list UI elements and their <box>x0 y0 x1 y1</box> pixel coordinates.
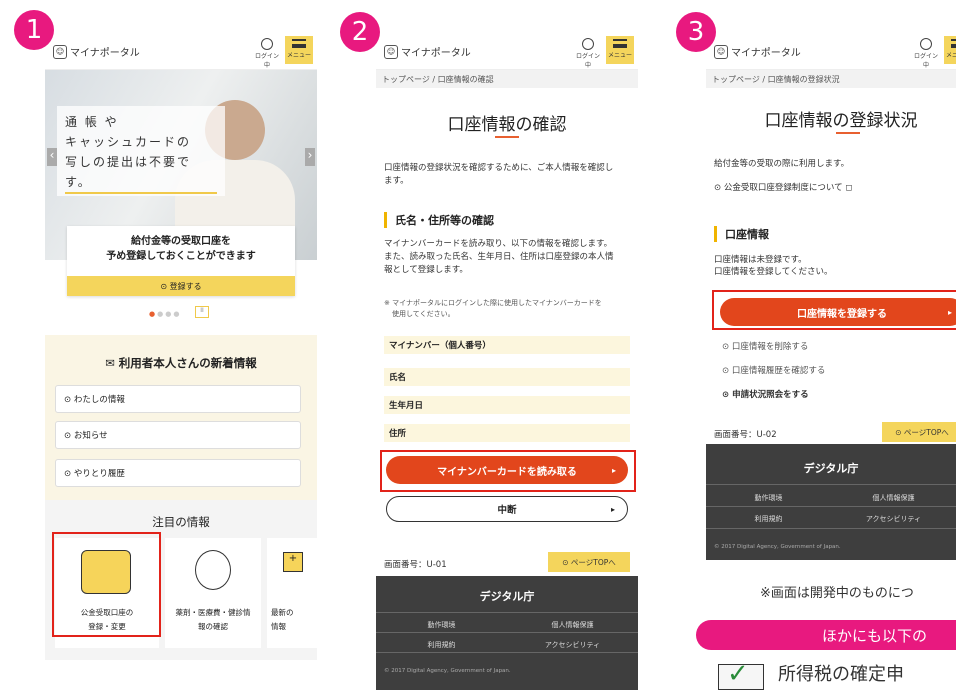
news-item-history[interactable]: ⊙ やりとり履歴 <box>55 459 301 487</box>
section-heading: 口座情報 <box>714 226 769 242</box>
footer-agency: デジタル庁 <box>479 590 535 603</box>
arrow-right-icon: ▸ <box>610 504 615 514</box>
page-title: 口座情報の確認 <box>447 115 567 135</box>
footer: デジタル庁 動作環境 個人情報保護 利用規約 アクセシビリティ © 2017 D… <box>706 444 956 560</box>
highlight-box-3 <box>712 290 956 330</box>
menu-button[interactable]: メニュー <box>944 36 956 64</box>
header: ☺マイナポータル ログイン中 メニュー <box>706 30 956 70</box>
footer-divider <box>376 612 638 613</box>
page: 1 ☺ マイナポータル ログイン中 メニュー 通 帳 やキャッシュカードの 写しの提… <box>0 0 956 690</box>
field-name: 氏名 <box>384 368 630 386</box>
tile-medication-info[interactable]: 薬剤・医療費・健診情 報の確認 <box>165 538 261 648</box>
user-icon <box>582 38 594 50</box>
intro-text: 給付金等の受取の際に利用します。 <box>714 159 850 169</box>
delete-account-link[interactable]: ⊙ 口座情報を削除する <box>722 340 808 352</box>
note-text: ※ マイナポータルにログインした際に使用したマイナンバーカードを 使用してください… <box>384 299 602 318</box>
highlight-box-2 <box>380 450 636 492</box>
footer-divider <box>376 632 638 633</box>
menu-button[interactable]: メニュー <box>285 36 313 64</box>
footer-link-terms[interactable]: 利用規約 <box>706 514 831 524</box>
more-services-banner: ほかにも以下の <box>696 620 956 650</box>
plus-icon: + <box>283 552 303 572</box>
header: ☺マイナポータル ログイン中 メニュー <box>45 30 317 70</box>
doctor-icon <box>195 550 231 590</box>
tile-latest-info[interactable]: + 最新の 情報 <box>267 538 317 648</box>
footer-link-accessibility[interactable]: アクセシビリティ <box>831 514 956 524</box>
step-badge-1: 1 <box>14 10 54 50</box>
section-description: マイナンバーカードを読み取り、以下の情報を確認します。 また、読み取った氏名、生年… <box>384 239 614 275</box>
hamburger-icon <box>613 39 627 48</box>
user-icon <box>920 38 932 50</box>
menu-button[interactable]: メニュー <box>606 36 634 64</box>
footer-agency: デジタル庁 <box>803 462 859 475</box>
footer-divider <box>706 484 956 485</box>
focus-title: 注目の情報 <box>152 515 210 529</box>
header: ☺マイナポータル ログイン中 メニュー <box>376 30 638 70</box>
carousel-dots[interactable]: ●●●● <box>149 310 181 318</box>
field-mynumber: マイナンバー（個人番号） <box>384 336 630 354</box>
register-link[interactable]: ⊙ 登録する <box>67 276 295 296</box>
logo-icon: ☺ <box>714 44 728 59</box>
cancel-button[interactable]: 中断 ▸ <box>386 496 628 522</box>
news-item-notices[interactable]: ⊙ お知らせ <box>55 421 301 449</box>
logo: ☺ マイナポータル <box>53 44 140 59</box>
title-underline <box>495 136 519 138</box>
checkbox-icon: ✓ <box>718 659 764 690</box>
logo: ☺ マイナポータル <box>384 44 471 59</box>
page-title: 口座情報の登録状況 <box>764 111 918 131</box>
footer-divider <box>706 506 956 507</box>
hamburger-icon <box>951 39 956 48</box>
logo-icon: ☺ <box>53 44 67 59</box>
carousel-prev-button[interactable]: ‹ <box>47 148 57 166</box>
hero-caption: 通 帳 やキャッシュカードの 写しの提出は不要です。 <box>57 106 225 196</box>
copyright: © 2017 Digital Agency, Government of Jap… <box>714 544 841 550</box>
copyright: © 2017 Digital Agency, Government of Jap… <box>384 668 511 674</box>
title-underline <box>836 132 860 134</box>
login-button[interactable]: ログイン中 <box>253 38 281 69</box>
page-top-button[interactable]: ⊙ ページTOPへ <box>548 552 630 572</box>
news-section: ✉ 利用者本人さんの新着情報 ⊙ わたしの情報 ⊙ お知らせ ⊙ やりとり履歴 <box>45 335 317 520</box>
section-heading: 氏名・住所等の確認 <box>384 212 494 228</box>
footer-link-terms[interactable]: 利用規約 <box>376 640 507 650</box>
phone-screen-2: ☺ マイナポータル ログイン中 メニュー トップページ / 口座情報の確認 口座情… <box>376 30 638 690</box>
development-note: ※画面は開発中のものにつ <box>760 586 914 601</box>
hamburger-icon <box>292 39 306 48</box>
footer: デジタル庁 動作環境 個人情報保護 利用規約 アクセシビリティ © 2017 D… <box>376 576 638 690</box>
screen-number: 画面番号：U-01 <box>384 560 447 570</box>
breadcrumb[interactable]: トップページ / 口座情報の確認 <box>376 70 638 88</box>
login-button[interactable]: ログイン中 <box>912 38 940 69</box>
application-status-link[interactable]: ⊙ 申請状況照会をする <box>722 388 809 400</box>
status-text: 口座情報は未登録です。 口座情報を登録してください。 <box>714 255 833 277</box>
footer-divider <box>706 528 956 529</box>
logo: ☺ マイナポータル <box>714 44 801 59</box>
footer-link-accessibility[interactable]: アクセシビリティ <box>507 640 638 650</box>
user-icon <box>261 38 273 50</box>
account-history-link[interactable]: ⊙ 口座情報履歴を確認する <box>722 364 825 376</box>
highlight-box-1 <box>52 532 161 637</box>
screen-number: 画面番号：U-02 <box>714 430 777 440</box>
breadcrumb[interactable]: トップページ / 口座情報の登録状況 <box>706 70 956 88</box>
field-birthdate: 生年月日 <box>384 396 630 414</box>
intro-text: 口座情報の登録状況を確認するために、ご本人情報を確認し ます。 <box>384 163 614 186</box>
step-badge-2: 2 <box>340 12 380 52</box>
tax-return-heading: 所得税の確定申 <box>778 664 904 685</box>
news-title: ✉ 利用者本人さんの新着情報 <box>105 356 257 370</box>
field-address: 住所 <box>384 424 630 442</box>
footer-link-environment[interactable]: 動作環境 <box>376 620 507 630</box>
logo-icon: ☺ <box>384 44 398 59</box>
step-badge-3: 3 <box>676 12 716 52</box>
login-button[interactable]: ログイン中 <box>574 38 602 69</box>
footer-link-privacy[interactable]: 個人情報保護 <box>507 620 638 630</box>
news-item-my-info[interactable]: ⊙ わたしの情報 <box>55 385 301 413</box>
about-link[interactable]: ⊙ 公金受取口座登録制度について ◻ <box>714 182 852 195</box>
footer-link-privacy[interactable]: 個人情報保護 <box>831 493 956 503</box>
carousel-pause-button[interactable]: II <box>195 306 209 318</box>
footer-divider <box>376 652 638 653</box>
footer-link-environment[interactable]: 動作環境 <box>706 493 831 503</box>
page-top-button[interactable]: ⊙ ページTOPへ <box>882 422 956 442</box>
carousel-next-button[interactable]: › <box>305 148 315 166</box>
